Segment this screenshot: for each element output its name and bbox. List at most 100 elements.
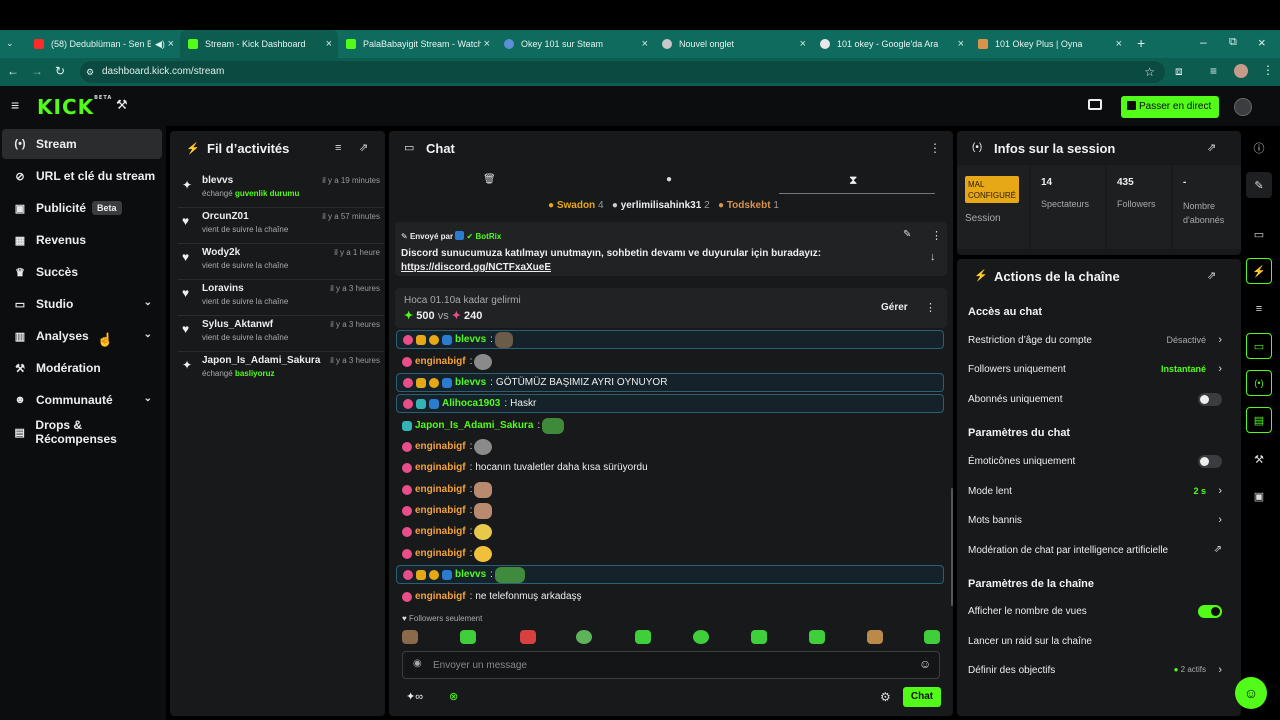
chat-settings-icon[interactable]: ⚙ [880, 690, 891, 704]
emoji-picker-icon[interactable]: ☺ [919, 657, 931, 671]
bookmark-star-icon[interactable]: ☆ [1144, 61, 1155, 83]
chat-username[interactable]: enginabigf [415, 526, 466, 537]
maximize-icon[interactable]: ⧉ [1229, 36, 1237, 49]
layout-icon[interactable]: ▭ [1246, 221, 1272, 247]
close-tab-icon[interactable]: × [1116, 38, 1122, 50]
browser-tab-4[interactable]: Okey 101 sur Steam × [496, 30, 654, 58]
emote-button[interactable] [809, 630, 825, 644]
lightning-icon[interactable]: ⚡ [1246, 258, 1272, 284]
browser-tab-6[interactable]: 101 okey - Google'da Ara × [812, 30, 970, 58]
user-avatar[interactable] [1234, 98, 1252, 116]
show-view-count-toggle[interactable] [1198, 605, 1222, 618]
chat-username[interactable]: Japon_Is_Adami_Sakura [415, 420, 533, 431]
age-restriction-setting[interactable]: Restriction d’âge du compte Désactivé › [968, 334, 1224, 355]
chat-username[interactable]: blevvs [455, 334, 486, 345]
chat-username[interactable]: enginabigf [415, 548, 466, 559]
chat-username[interactable]: enginabigf [415, 441, 466, 452]
site-info-icon[interactable]: ⚙ [86, 61, 94, 83]
nav-advertising[interactable]: ▣ Publicité Beta [2, 193, 162, 223]
close-tab-icon[interactable]: × [168, 38, 174, 50]
emote-button[interactable] [751, 630, 767, 644]
browser-tab-7[interactable]: 101 Okey Plus | Oyna × [970, 30, 1128, 58]
followers-only-setting[interactable]: Followers uniquement Instantané › [968, 363, 1224, 384]
broadcast-icon[interactable]: (•) [1246, 370, 1272, 396]
emote-button[interactable] [576, 630, 592, 644]
close-tab-icon[interactable]: × [800, 38, 806, 50]
profile-avatar[interactable] [1234, 64, 1248, 78]
filter-icon[interactable]: ≡ [335, 142, 341, 154]
points-icon[interactable]: ✦∞ [406, 690, 423, 703]
browser-tab-2[interactable]: Stream - Kick Dashboard × [180, 30, 338, 58]
minimize-icon[interactable]: – [1200, 35, 1207, 49]
emote-button[interactable] [867, 630, 883, 644]
chat-input[interactable]: ◉ Envoyer un message ☺ [402, 651, 940, 679]
emote-button[interactable] [402, 630, 418, 644]
kick-coin-icon[interactable]: ⊗ [449, 690, 458, 703]
info-icon[interactable]: ⓘ [1246, 135, 1272, 161]
nav-revenue[interactable]: ▦ Revenus [2, 225, 162, 255]
close-window-icon[interactable]: × [1258, 35, 1266, 50]
nav-achievements[interactable]: ♛ Succès [2, 257, 162, 287]
chat-scrollbar[interactable] [951, 488, 953, 606]
trash-icon[interactable]: 🗑 [483, 174, 496, 185]
hourglass-icon[interactable]: ⧗ [849, 173, 857, 188]
ai-moderation-setting[interactable]: Modération de chat par intelligence arti… [968, 544, 1224, 565]
browser-tab-3[interactable]: PalaBabayigit Stream - Watch L × [338, 30, 496, 58]
wrench-icon[interactable]: ⚒ [1246, 446, 1272, 472]
list-icon[interactable]: ≡ [1246, 296, 1272, 322]
stats-icon[interactable]: ▤ [1246, 407, 1272, 433]
emote-button[interactable] [924, 630, 940, 644]
speech-bubble-icon[interactable]: ● [666, 174, 672, 185]
tools-icon[interactable]: ⚒ [116, 97, 128, 113]
extensions-icon[interactable]: ⧈ [1175, 64, 1183, 79]
queue-icon[interactable]: ≡ [1210, 64, 1217, 78]
help-chat-button[interactable]: ☺ [1235, 677, 1267, 709]
edit-icon[interactable]: ✎ [1246, 172, 1272, 198]
nav-stream[interactable]: (•) Stream [2, 129, 162, 159]
prediction-menu-icon[interactable]: ⋮ [925, 301, 936, 314]
nav-community[interactable]: ☻ Communauté ⌄ [2, 385, 162, 415]
chat-username[interactable]: enginabigf [415, 356, 466, 367]
goals-setting[interactable]: Définir des objectifs ● 2 actifs › [968, 664, 1224, 685]
video-icon[interactable]: ▣ [1246, 483, 1272, 509]
kick-logo[interactable]: KICKBETA [37, 95, 112, 119]
raid-channel-setting[interactable]: Lancer un raid sur la chaîne [968, 636, 1224, 656]
unpin-icon[interactable]: ✎ [903, 229, 911, 240]
expand-icon[interactable]: ↓ [930, 251, 936, 263]
close-tab-icon[interactable]: × [958, 38, 964, 50]
emote-button[interactable] [520, 630, 536, 644]
emote-button[interactable] [693, 630, 709, 644]
new-tab-icon[interactable]: + [1137, 35, 1145, 51]
chat-username[interactable]: Alihoca1903 [442, 398, 500, 409]
chat-username[interactable]: enginabigf [415, 462, 466, 473]
nav-studio[interactable]: ▭ Studio ⌄ [2, 289, 162, 319]
popout-icon[interactable]: ⇗ [359, 141, 368, 154]
chat-username[interactable]: blevvs [455, 377, 486, 388]
close-tab-icon[interactable]: × [484, 38, 490, 50]
emote-button[interactable] [635, 630, 651, 644]
close-tab-icon[interactable]: × [326, 38, 332, 50]
chat-username[interactable]: enginabigf [415, 591, 466, 602]
discord-link[interactable]: https://discord.gg/NCTFxaXueE [401, 262, 551, 273]
send-chat-button[interactable]: Chat [903, 687, 941, 707]
banned-words-setting[interactable]: Mots bannis › [968, 514, 1224, 535]
popout-icon[interactable]: ⇗ [1207, 269, 1216, 282]
nav-drops-rewards[interactable]: ▤ Drops & Récompenses [2, 417, 162, 447]
manage-prediction-button[interactable]: Gérer [881, 302, 908, 313]
chat-menu-icon[interactable]: ⋮ [929, 141, 941, 155]
chat-username[interactable]: enginabigf [415, 484, 466, 495]
nav-moderation[interactable]: ⚒ Modération [2, 353, 162, 383]
nav-stream-url-key[interactable]: ⊘ URL et clé du stream [2, 161, 162, 191]
reload-icon[interactable]: ↻ [55, 64, 65, 78]
chat-username[interactable]: blevvs [455, 569, 486, 580]
url-input[interactable]: ⚙ dashboard.kick.com/stream ☆ [80, 61, 1165, 83]
close-tab-icon[interactable]: × [642, 38, 648, 50]
chat-icon[interactable]: ▭ [1246, 333, 1272, 359]
subscribers-only-toggle[interactable] [1198, 393, 1222, 406]
forward-icon[interactable]: → [31, 64, 43, 78]
tab-menu-icon[interactable]: ⌄ [6, 38, 14, 49]
browser-menu-icon[interactable]: ⋮ [1262, 63, 1274, 77]
nav-analytics[interactable]: ▥ Analyses ⌄ [2, 321, 162, 351]
emotes-only-toggle[interactable] [1198, 455, 1222, 468]
pinned-menu-icon[interactable]: ⋮ [931, 229, 942, 242]
